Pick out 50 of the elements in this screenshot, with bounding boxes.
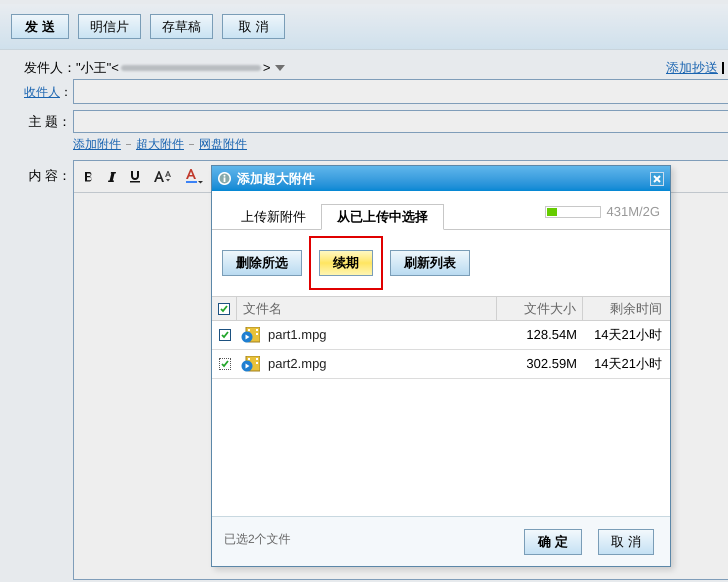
toolbar-button[interactable]: 明信片	[78, 14, 141, 39]
toolbar-button[interactable]: 存草稿	[150, 14, 213, 39]
content-label: 内 容：	[27, 167, 72, 185]
sender-label: 发件人：	[24, 59, 76, 78]
column-header: 文件名	[237, 297, 497, 320]
sender-name: "小王"<	[76, 59, 119, 78]
selection-summary: 已选2个文件	[224, 530, 292, 548]
action-button[interactable]: 删除所选	[222, 250, 302, 276]
recipient-field[interactable]	[73, 79, 728, 104]
dropdown-icon[interactable]	[275, 65, 286, 71]
action-button[interactable]: 续期	[319, 250, 373, 276]
close-button[interactable]	[650, 172, 664, 186]
sender-suffix: >	[262, 59, 270, 78]
remaining-time: 14天21小时	[593, 355, 663, 374]
file-size: 302.59M	[525, 355, 578, 374]
close-icon	[653, 174, 661, 182]
quota-reading: 431M/2G	[606, 203, 660, 222]
file-size: 128.54M	[525, 326, 578, 344]
recipient-link[interactable]: 收件人	[24, 82, 60, 100]
toolbar-button[interactable]: 发 送	[11, 14, 69, 39]
column-header: 文件大小	[497, 297, 583, 320]
font-size-icon[interactable]	[154, 170, 172, 183]
attachment-link[interactable]: 超大附件	[136, 136, 184, 152]
video-file-icon	[241, 327, 260, 343]
label-colon: ：	[60, 84, 72, 100]
bold-icon[interactable]	[84, 171, 94, 182]
dialog-tab[interactable]: 从已上传中选择	[321, 204, 444, 230]
dialog-button[interactable]: 取 消	[598, 528, 654, 554]
remaining-time: 14天21小时	[593, 326, 663, 344]
subject-field[interactable]	[73, 110, 728, 133]
dialog-button[interactable]: 确 定	[524, 528, 582, 554]
dialog-tab[interactable]: 上传新附件	[226, 204, 321, 229]
toolbar-button[interactable]: 取 消	[222, 14, 285, 39]
font-color-icon[interactable]	[186, 169, 203, 184]
italic-icon[interactable]	[108, 171, 116, 182]
checkbox[interactable]	[218, 358, 230, 370]
info-icon	[218, 172, 231, 185]
checkbox[interactable]	[218, 302, 230, 314]
checkbox[interactable]	[218, 329, 230, 341]
action-button[interactable]: 刷新列表	[390, 250, 470, 276]
video-file-icon	[241, 356, 260, 372]
file-name: part1.mpg	[268, 326, 327, 344]
underline-icon[interactable]	[130, 170, 140, 183]
attachment-link[interactable]: 添加附件	[73, 136, 121, 152]
file-name: part2.mpg	[268, 355, 327, 374]
add-cc-link[interactable]: 添加抄送	[666, 58, 718, 78]
attachment-link[interactable]: 网盘附件	[199, 136, 247, 152]
column-header: 剩余时间	[609, 300, 663, 318]
subject-label: 主 题：	[27, 112, 72, 131]
dialog-title: 添加超大附件	[237, 170, 316, 188]
